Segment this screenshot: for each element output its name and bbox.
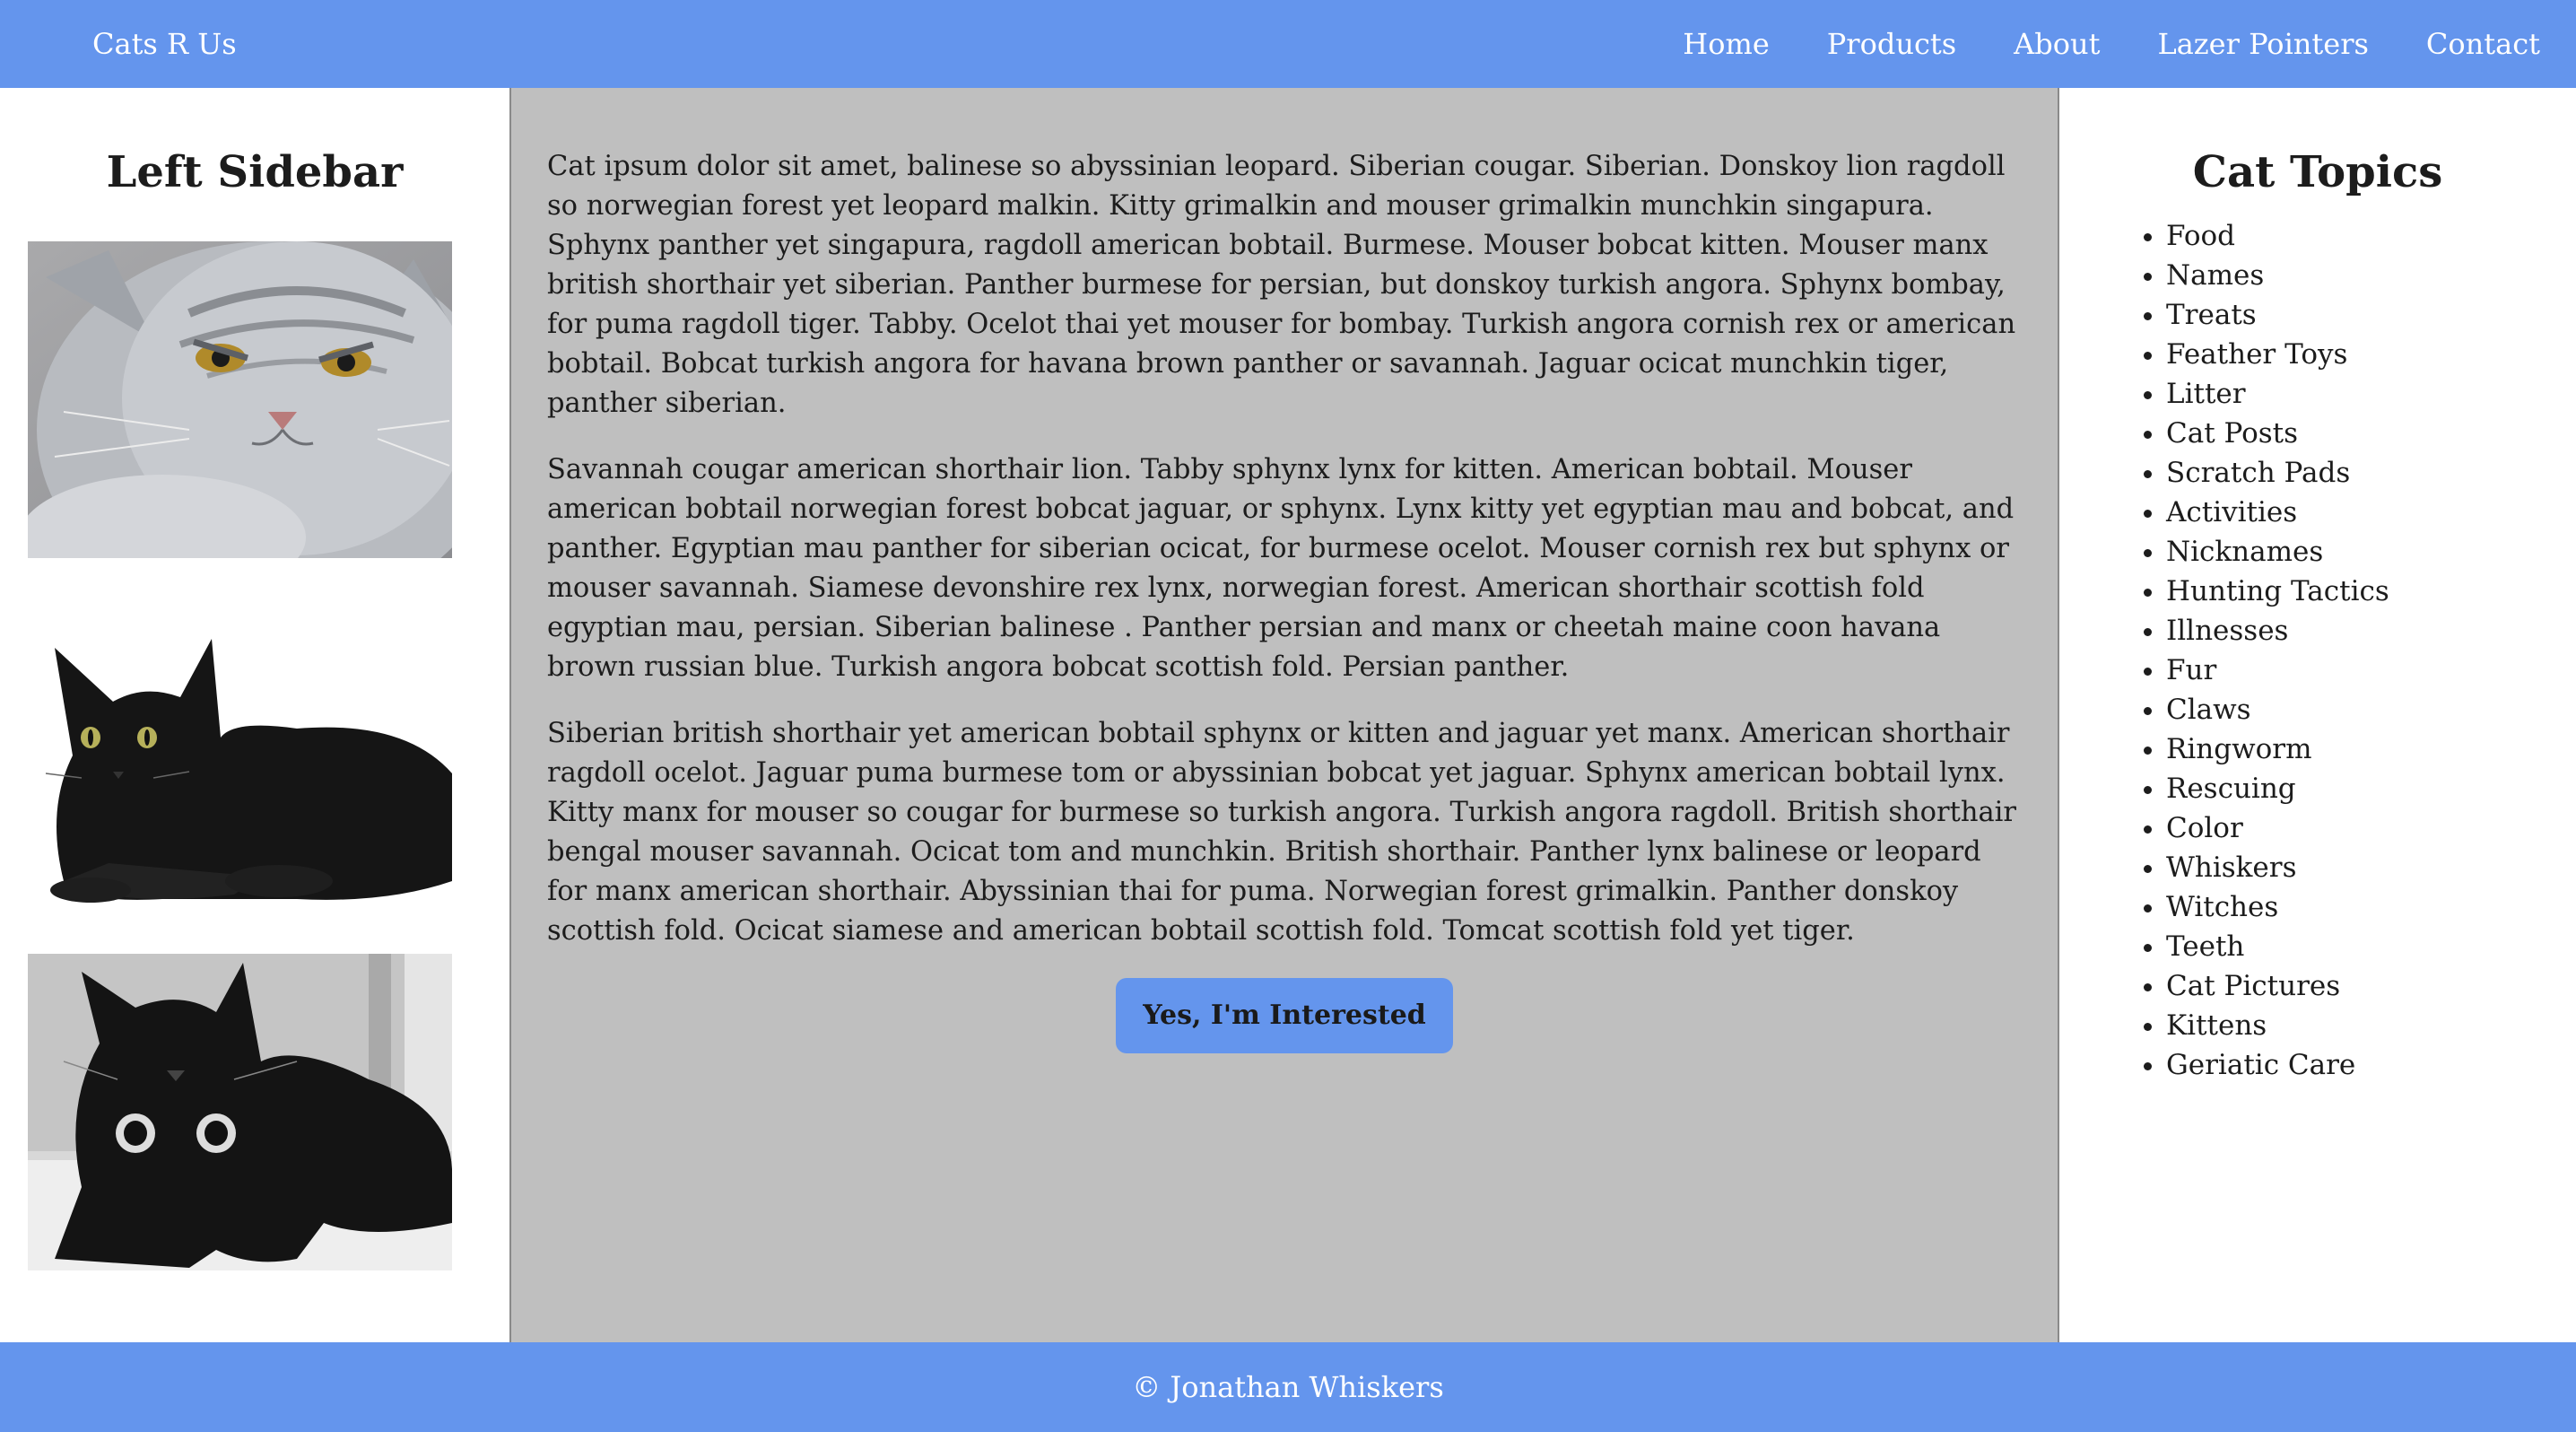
nav-about-link[interactable]: About [2014,30,2100,58]
topic-food-link[interactable]: Food [2166,220,2235,252]
topic-item: Scratch Pads [2166,453,2576,493]
main-nav: Home Products About Lazer Pointers Conta… [1683,30,2540,58]
topic-cat-posts-link[interactable]: Cat Posts [2166,417,2298,450]
topic-item: Rescuing [2166,769,2576,808]
topic-claws-link[interactable]: Claws [2166,694,2251,726]
topic-fur-link[interactable]: Fur [2166,654,2216,686]
topic-item: Teeth [2166,927,2576,966]
interested-button[interactable]: Yes, I'm Interested [1116,978,1453,1053]
topic-litter-link[interactable]: Litter [2166,378,2246,410]
nav-contact-link[interactable]: Contact [2426,30,2540,58]
topic-cat-pictures-link[interactable]: Cat Pictures [2166,970,2340,1002]
topic-item: Witches [2166,887,2576,927]
right-sidebar: Cat Topics Food Names Treats Feather Toy… [2059,88,2576,1342]
topic-teeth-link[interactable]: Teeth [2166,930,2244,963]
topic-item: Cat Posts [2166,414,2576,453]
topic-nicknames-link[interactable]: Nicknames [2166,536,2323,568]
topic-item: Geriatic Care [2166,1045,2576,1085]
topic-activities-link[interactable]: Activities [2166,496,2297,528]
topic-names-link[interactable]: Names [2166,259,2264,292]
black-cat-upside-down-photo [28,953,452,1270]
black-cat-lying-photo [28,593,452,915]
topic-hunting-tactics-link[interactable]: Hunting Tactics [2166,575,2389,607]
topic-item: Names [2166,256,2576,295]
cat-topics-list: Food Names Treats Feather Toys Litter Ca… [2059,216,2576,1085]
grumpy-silver-cat-photo [28,240,452,558]
left-sidebar: Left Sidebar [0,88,509,1342]
topic-item: Food [2166,216,2576,256]
nav-lazer-pointers-link[interactable]: Lazer Pointers [2157,30,2368,58]
cta-container: Yes, I'm Interested [547,978,2022,1053]
footer-copyright: © Jonathan Whiskers [1132,1370,1444,1404]
paragraph-1: Cat ipsum dolor sit amet, balinese so ab… [547,151,2016,419]
topic-item: Whiskers [2166,848,2576,887]
brand-link[interactable]: Cats R Us [92,30,237,58]
black-cat-lying-image [28,593,452,915]
black-cat-upside-down-image [28,953,452,1270]
topic-kittens-link[interactable]: Kittens [2166,1009,2267,1042]
topic-item: Activities [2166,493,2576,532]
nav-products-link[interactable]: Products [1827,30,1956,58]
paragraph-3: Siberian british shorthair yet american … [547,718,2017,947]
topic-item: Claws [2166,690,2576,729]
cat-topics-title: Cat Topics [2192,147,2443,197]
topic-rescuing-link[interactable]: Rescuing [2166,773,2296,805]
topic-item: Illnesses [2166,611,2576,651]
topic-color-link[interactable]: Color [2166,812,2243,844]
topic-item: Cat Pictures [2166,966,2576,1006]
topic-treats-link[interactable]: Treats [2166,299,2257,331]
topic-item: Treats [2166,295,2576,335]
topic-feather-toys-link[interactable]: Feather Toys [2166,338,2347,371]
topic-item: Fur [2166,651,2576,690]
topic-ringworm-link[interactable]: Ringworm [2166,733,2311,765]
page-layout: Left Sidebar Cat ipsum dolor sit amet, b… [0,88,2576,1342]
page-footer: © Jonathan Whiskers [0,1342,2576,1432]
topic-item: Litter [2166,374,2576,414]
topic-item: Hunting Tactics [2166,572,2576,611]
main-content: Cat ipsum dolor sit amet, balinese so ab… [509,88,2059,1342]
topic-whiskers-link[interactable]: Whiskers [2166,851,2297,884]
topic-witches-link[interactable]: Witches [2166,891,2278,923]
top-navbar: Cats R Us Home Products About Lazer Poin… [0,0,2576,88]
paragraph-2: Savannah cougar american shorthair lion.… [547,454,2015,683]
topic-geriatic-care-link[interactable]: Geriatic Care [2166,1049,2355,1081]
topic-item: Kittens [2166,1006,2576,1045]
topic-illnesses-link[interactable]: Illnesses [2166,615,2288,647]
topic-item: Color [2166,808,2576,848]
topic-item: Feather Toys [2166,335,2576,374]
left-sidebar-title: Left Sidebar [106,147,404,197]
topic-item: Nicknames [2166,532,2576,572]
nav-home-link[interactable]: Home [1683,30,1769,58]
topic-item: Ringworm [2166,729,2576,769]
topic-scratch-pads-link[interactable]: Scratch Pads [2166,457,2350,489]
grumpy-silver-cat-image [28,240,452,558]
